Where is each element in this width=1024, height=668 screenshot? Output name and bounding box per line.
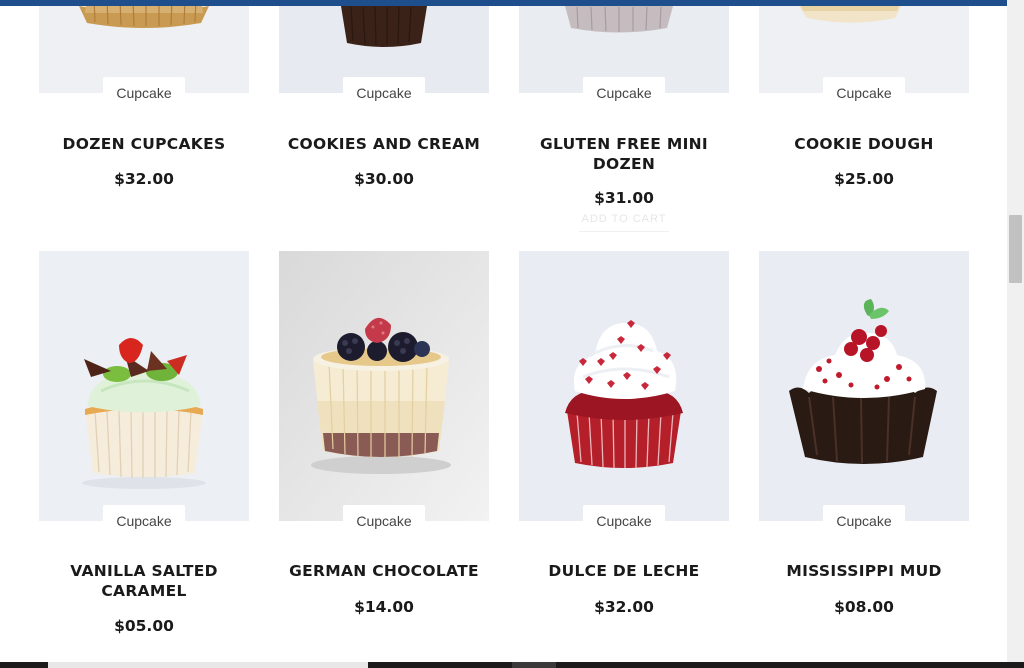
product-price: $30.00: [354, 170, 414, 188]
product-title[interactable]: GERMAN CHOCOLATE: [279, 561, 489, 581]
add-to-cart-button[interactable]: ADD TO CART: [579, 206, 669, 232]
product-title[interactable]: COOKIE DOUGH: [759, 134, 969, 154]
product-price: $08.00: [834, 598, 894, 616]
product-title[interactable]: GLUTEN FREE MINI DOZEN: [519, 134, 729, 174]
category-badge[interactable]: Cupcake: [583, 505, 665, 537]
product-grid: Cupcake DOZEN CUPCAKES $32.00 Cupcake CO…: [0, 6, 1007, 662]
product-title[interactable]: DOZEN CUPCAKES: [39, 134, 249, 154]
category-badge[interactable]: Cupcake: [823, 77, 905, 109]
product-price: $25.00: [834, 170, 894, 188]
product-price: $14.00: [354, 598, 414, 616]
category-badge[interactable]: Cupcake: [823, 505, 905, 537]
horizontal-scrollbar-thumb[interactable]: [48, 662, 368, 668]
scrollbar-thumb[interactable]: [1009, 215, 1022, 283]
category-badge[interactable]: Cupcake: [343, 505, 425, 537]
product-price: $32.00: [114, 170, 174, 188]
category-badge[interactable]: Cupcake: [103, 505, 185, 537]
product-price: $32.00: [594, 598, 654, 616]
product-price: $31.00: [594, 189, 654, 207]
product-image[interactable]: [279, 251, 489, 521]
product-image[interactable]: [759, 251, 969, 521]
category-badge[interactable]: Cupcake: [583, 77, 665, 109]
product-price: $05.00: [114, 617, 174, 635]
category-badge[interactable]: Cupcake: [103, 77, 185, 109]
product-title[interactable]: COOKIES AND CREAM: [279, 134, 489, 154]
product-title[interactable]: MISSISSIPPI MUD: [759, 561, 969, 581]
bottom-bar-segment: [512, 662, 556, 668]
product-image[interactable]: [39, 251, 249, 521]
product-image[interactable]: [519, 251, 729, 521]
product-title[interactable]: DULCE DE LECHE: [519, 561, 729, 581]
category-badge[interactable]: Cupcake: [343, 77, 425, 109]
vertical-scrollbar[interactable]: [1007, 0, 1024, 668]
product-title[interactable]: VANILLA SALTED CARAMEL: [39, 561, 249, 601]
